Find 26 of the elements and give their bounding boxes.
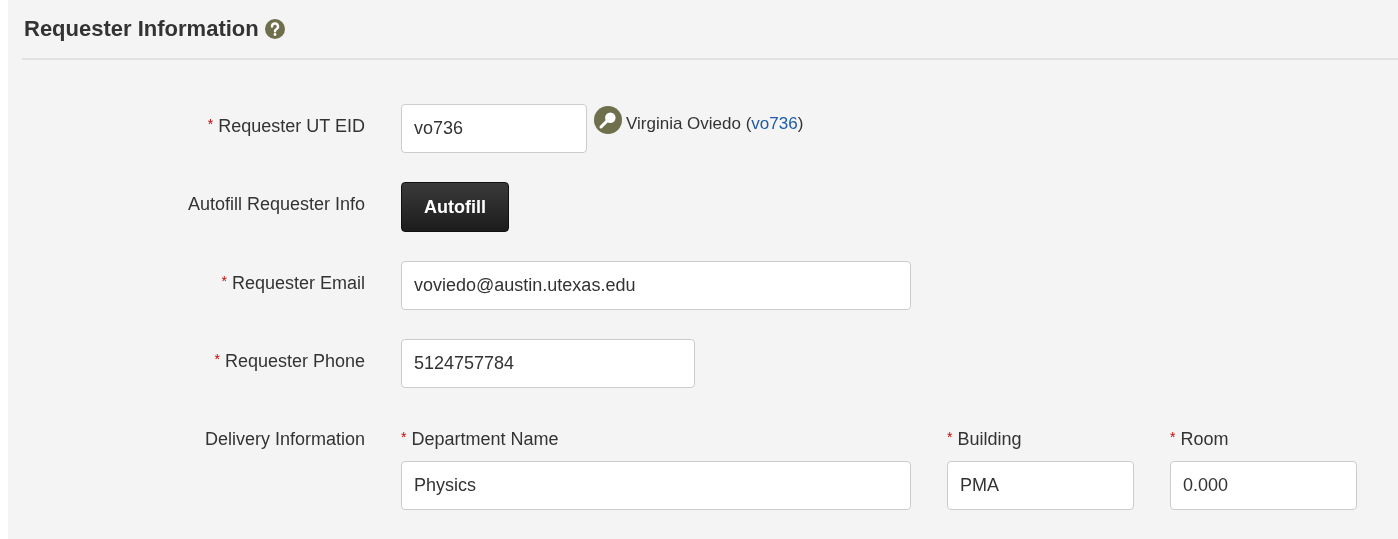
input-field[interactable]: 0.000 [1170,461,1357,510]
input-field[interactable]: 5124757784 [401,339,695,388]
required-mark: * [221,273,227,289]
required-mark: * [1170,429,1176,445]
field-label: Requester Email [231,273,365,293]
required-mark: * [401,429,407,445]
field-label: Department Name [411,429,559,449]
field-label: Requester UT EID [218,116,365,136]
section-title: Requester Information [24,16,259,42]
required-mark: * [214,351,220,367]
required-mark: * [207,116,214,132]
field-label: Building [957,429,1022,449]
field-label: Requester Phone [224,351,365,371]
input-field[interactable]: voviedo@austin.utexas.edu [401,261,911,310]
eid-link[interactable]: vo736 [751,113,798,133]
autofill-button[interactable]: Autofill [401,182,509,232]
input-field[interactable]: PMA [947,461,1134,510]
field-label: Autofill Requester Info [187,194,365,214]
input-field[interactable]: vo736 [401,104,587,153]
key-icon[interactable] [594,105,622,134]
help-icon[interactable] [264,19,285,39]
field-label: Delivery Information [204,429,365,449]
required-mark: * [947,429,953,445]
input-field[interactable]: Physics [401,461,911,510]
lookup-result: Virginia Oviedo (vo736) [626,113,804,134]
field-label: Room [1180,429,1229,449]
